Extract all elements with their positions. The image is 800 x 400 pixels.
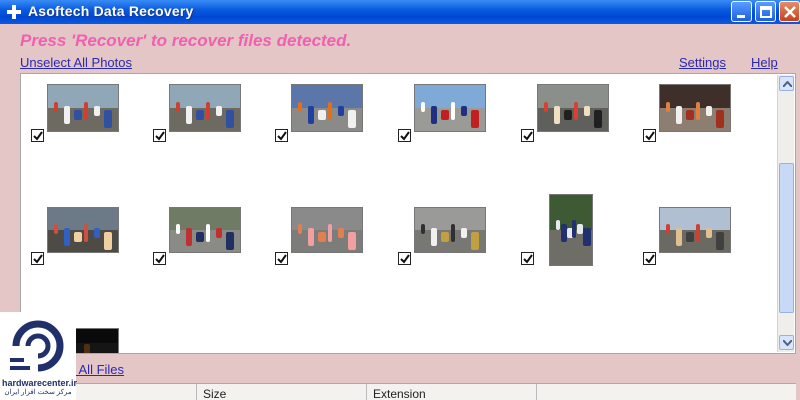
checkmark-icon <box>277 254 287 264</box>
checkmark-icon <box>33 254 43 264</box>
minimize-icon <box>737 15 745 18</box>
minimize-button[interactable] <box>731 1 752 22</box>
checkmark-icon <box>277 131 287 141</box>
hardwarecenter-logo-icon <box>10 320 64 372</box>
photo-checkbox[interactable] <box>398 129 411 142</box>
photo-checkbox[interactable] <box>398 252 411 265</box>
app-window: Asoftech Data Recovery Press 'Recover' t… <box>0 0 800 400</box>
photo-checkbox[interactable] <box>643 252 656 265</box>
photo-thumbnail[interactable] <box>291 207 363 253</box>
unselect-all-photos-link[interactable]: Unselect All Photos <box>20 55 132 70</box>
photo-thumbnail[interactable] <box>414 84 486 132</box>
watermark-tagline: مرکز سخت افزار ایران <box>4 389 72 396</box>
window-title: Asoftech Data Recovery <box>28 3 194 19</box>
settings-link[interactable]: Settings <box>679 55 726 70</box>
checkmark-icon <box>645 254 655 264</box>
photo-thumbnail[interactable] <box>549 194 593 266</box>
scroll-up-button[interactable] <box>779 76 794 91</box>
photo-thumbnail[interactable] <box>47 207 119 253</box>
status-message: Press 'Recover' to recover files detecte… <box>20 31 352 50</box>
checkmark-icon <box>155 131 165 141</box>
close-icon <box>784 6 796 18</box>
column-header-size[interactable]: Size <box>196 384 366 400</box>
photo-thumbnail[interactable] <box>169 84 241 132</box>
app-icon <box>7 5 21 19</box>
select-all-files-link[interactable]: t All Files <box>72 362 124 377</box>
checkmark-icon <box>400 131 410 141</box>
photo-thumbnail[interactable] <box>537 84 609 132</box>
photo-checkbox[interactable] <box>521 129 534 142</box>
title-bar[interactable]: Asoftech Data Recovery <box>0 0 800 24</box>
file-table-header: Name Size Extension <box>20 383 796 400</box>
photo-thumbnail[interactable] <box>414 207 486 253</box>
photo-checkbox[interactable] <box>521 252 534 265</box>
photo-checkbox[interactable] <box>275 252 288 265</box>
photo-thumbnail[interactable] <box>659 207 731 253</box>
maximize-button[interactable] <box>755 1 776 22</box>
help-link[interactable]: Help <box>751 55 778 70</box>
checkmark-icon <box>155 254 165 264</box>
photo-thumbnail[interactable] <box>291 84 363 132</box>
photo-checkbox[interactable] <box>31 129 44 142</box>
scroll-down-button[interactable] <box>779 335 794 350</box>
watermark-logo: hardwarecenter.ir مرکز سخت افزار ایران <box>0 312 78 400</box>
photo-checkbox[interactable] <box>643 129 656 142</box>
watermark-site: hardwarecenter.ir <box>2 378 78 388</box>
photo-checkbox[interactable] <box>275 129 288 142</box>
maximize-icon <box>760 6 772 18</box>
column-header-extension[interactable]: Extension <box>366 384 536 400</box>
photo-checkbox[interactable] <box>153 252 166 265</box>
column-header-blank[interactable] <box>536 384 796 400</box>
photo-thumbnail[interactable] <box>47 84 119 132</box>
chevron-up-icon <box>783 81 792 87</box>
photo-checkbox[interactable] <box>153 129 166 142</box>
close-button[interactable] <box>779 1 800 22</box>
photo-grid <box>20 73 796 354</box>
checkmark-icon <box>33 131 43 141</box>
checkmark-icon <box>523 131 533 141</box>
photo-thumbnail[interactable] <box>659 84 731 132</box>
scroll-thumb[interactable] <box>779 163 794 313</box>
chevron-down-icon <box>783 340 792 346</box>
photo-thumbnail[interactable] <box>169 207 241 253</box>
checkmark-icon <box>400 254 410 264</box>
checkmark-icon <box>523 254 533 264</box>
photo-checkbox[interactable] <box>31 252 44 265</box>
checkmark-icon <box>645 131 655 141</box>
vertical-scrollbar[interactable] <box>777 75 794 352</box>
